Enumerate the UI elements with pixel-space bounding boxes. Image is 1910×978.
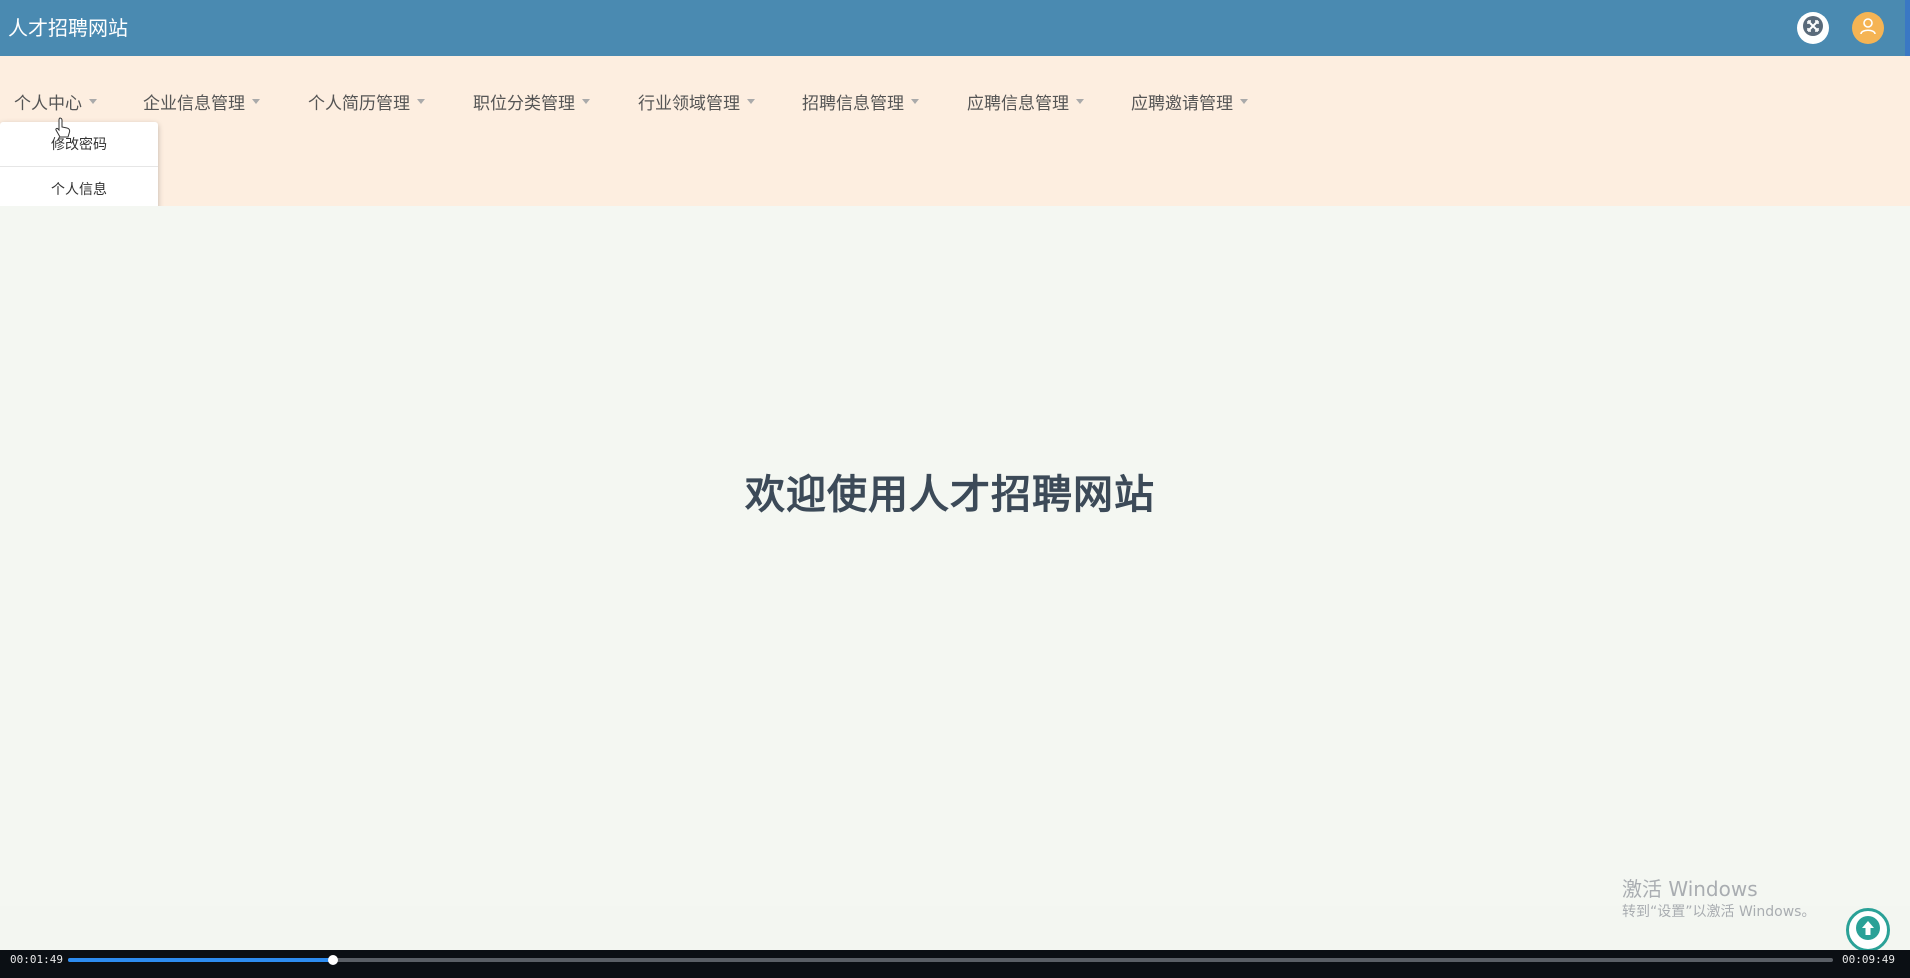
menu-item-personal-info[interactable]: 个人信息 (0, 166, 158, 211)
caret-down-icon (88, 96, 98, 106)
progress-knob[interactable] (327, 955, 338, 965)
caret-down-icon (251, 96, 261, 106)
nav-item-industry[interactable]: 行业领域管理 (638, 86, 756, 116)
windows-activation-watermark: 激活 Windows 转到“设置”以激活 Windows。 (1622, 876, 1815, 922)
current-time: 00:01:49 (10, 953, 63, 966)
nav-item-application[interactable]: 应聘信息管理 (967, 86, 1085, 116)
progress-track[interactable] (68, 955, 1833, 965)
nav-item-company-info[interactable]: 企业信息管理 (143, 86, 261, 116)
nav-item-resume[interactable]: 个人简历管理 (308, 86, 426, 116)
nav-bar: 个人中心 企业信息管理 个人简历管理 职位分类管理 行业领域管理 招聘信息管理 … (0, 56, 1910, 206)
nav-item-label: 个人中心 (14, 93, 82, 114)
welcome-heading: 欢迎使用人才招聘网站 (745, 472, 1155, 518)
nav-item-label: 应聘信息管理 (967, 93, 1069, 114)
caret-down-icon (1239, 96, 1249, 106)
arrow-up-icon (1855, 915, 1881, 945)
watermark-line-2: 转到“设置”以激活 Windows。 (1622, 904, 1816, 920)
nav-item-label: 职位分类管理 (473, 93, 575, 114)
nav-item-personal-center[interactable]: 个人中心 (14, 86, 98, 116)
nav-item-invitation[interactable]: 应聘邀请管理 (1131, 86, 1249, 116)
personal-center-dropdown: 修改密码 个人信息 (0, 122, 158, 211)
avatar-icon (1858, 16, 1878, 40)
caret-down-icon (416, 96, 426, 106)
total-time: 00:09:49 (1842, 953, 1895, 966)
nav-item-label: 招聘信息管理 (802, 93, 904, 114)
caret-down-icon (746, 96, 756, 106)
nav-item-label: 应聘邀请管理 (1131, 93, 1233, 114)
caret-down-icon (910, 96, 920, 106)
progress-fill (68, 958, 333, 962)
fullscreen-button[interactable] (1797, 12, 1829, 44)
nav-item-label: 个人简历管理 (308, 93, 410, 114)
caret-down-icon (1075, 96, 1085, 106)
avatar-button[interactable] (1852, 12, 1884, 44)
back-to-top-button[interactable] (1846, 908, 1890, 952)
fullscreen-icon (1802, 15, 1824, 41)
video-player-bar: 00:01:49 00:09:49 (0, 950, 1910, 978)
window-edge (1905, 0, 1910, 56)
main-content: 欢迎使用人才招聘网站 (0, 206, 1910, 906)
nav-item-label: 企业信息管理 (143, 93, 245, 114)
app-title: 人才招聘网站 (8, 16, 128, 40)
nav-item-job-category[interactable]: 职位分类管理 (473, 86, 591, 116)
nav-item-recruitment[interactable]: 招聘信息管理 (802, 86, 920, 116)
watermark-line-1: 激活 Windows (1622, 877, 1758, 901)
menu-item-change-password[interactable]: 修改密码 (0, 122, 158, 166)
nav-item-label: 行业领域管理 (638, 93, 740, 114)
hand-cursor-icon (54, 117, 72, 139)
top-bar: 人才招聘网站 (0, 0, 1910, 57)
caret-down-icon (581, 96, 591, 106)
